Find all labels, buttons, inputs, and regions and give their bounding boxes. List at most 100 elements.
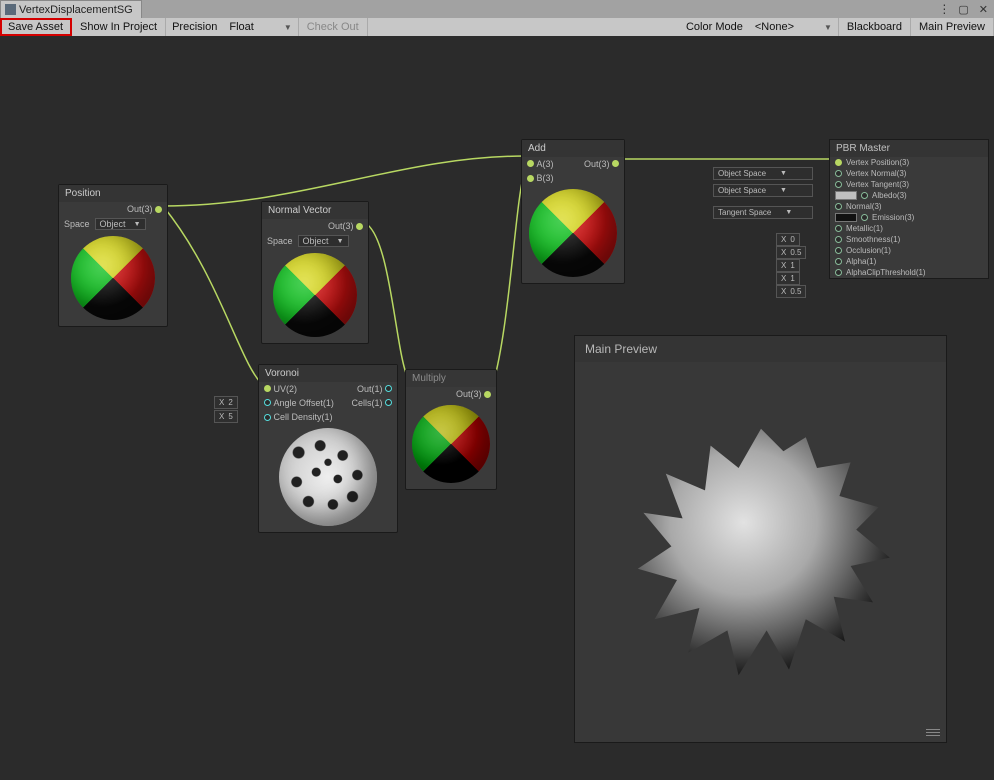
port-uv[interactable] — [264, 385, 271, 392]
port-a[interactable] — [527, 160, 534, 167]
close-icon[interactable]: ✕ — [979, 3, 988, 16]
node-title: Normal Vector — [262, 202, 368, 219]
port-in[interactable] — [835, 258, 842, 265]
kebab-menu-icon[interactable]: ⋮ — [938, 2, 948, 16]
pbr-x-input[interactable]: X1 — [776, 272, 800, 285]
pbr-input-label: Normal(3) — [846, 202, 882, 211]
pbr-input-label: Albedo(3) — [872, 191, 907, 200]
pbr-input-label: Vertex Position(3) — [846, 158, 909, 167]
pbr-input-row[interactable]: Normal(3) — [830, 201, 988, 212]
node-preview-voronoi — [279, 428, 377, 526]
pbr-input-label: Metallic(1) — [846, 224, 883, 233]
node-title: Multiply — [406, 370, 496, 387]
color-mode-label: Color Mode — [680, 18, 749, 36]
chevron-down-icon: ▼ — [284, 23, 292, 32]
tab-title: VertexDisplacementSG — [19, 4, 133, 16]
port-in[interactable] — [835, 170, 842, 177]
vertex-position-space-dropdown[interactable]: Object Space▼ — [713, 167, 813, 180]
node-title: Add — [522, 140, 624, 157]
node-preview-sphere — [71, 236, 155, 320]
port-in[interactable] — [835, 236, 842, 243]
input-angle-offset-x[interactable]: X2 — [214, 396, 238, 409]
pbr-input-row[interactable]: Albedo(3) — [830, 190, 988, 201]
maximize-icon[interactable]: ▢ — [958, 3, 968, 16]
pbr-input-label: Occlusion(1) — [846, 246, 891, 255]
pbr-input-label: AlphaClipThreshold(1) — [846, 268, 926, 277]
pbr-input-row[interactable]: Metallic(1) — [830, 223, 988, 234]
color-mode-dropdown[interactable]: <None>▼ — [749, 18, 839, 36]
port-in[interactable] — [835, 269, 842, 276]
port-b[interactable] — [527, 175, 534, 182]
pbr-input-row[interactable]: Smoothness(1) — [830, 234, 988, 245]
normal-space-dropdown[interactable]: Tangent Space▼ — [713, 206, 813, 219]
port-out[interactable] — [612, 160, 619, 167]
port-out[interactable]: Out(3) — [59, 202, 167, 216]
resize-handle[interactable] — [926, 728, 940, 736]
main-preview-panel[interactable]: Main Preview — [574, 335, 947, 743]
port-out[interactable] — [385, 385, 392, 392]
port-in[interactable] — [835, 181, 842, 188]
node-normal-vector[interactable]: Normal Vector Out(3) Space Object▼ — [261, 201, 369, 344]
pbr-input-row[interactable]: Vertex Normal(3) — [830, 168, 988, 179]
pbr-input-label: Emission(3) — [872, 213, 914, 222]
pbr-input-label: Smoothness(1) — [846, 235, 900, 244]
space-row: Space Object▼ — [59, 216, 167, 232]
input-cell-density-x[interactable]: X5 — [214, 410, 238, 423]
port-out[interactable]: Out(3) — [262, 219, 368, 233]
node-position[interactable]: Position Out(3) Space Object▼ — [58, 184, 168, 327]
port-out[interactable]: Out(3) — [406, 387, 496, 401]
node-title: Voronoi — [259, 365, 397, 382]
pbr-input-label: Vertex Normal(3) — [846, 169, 906, 178]
main-preview-viewport[interactable] — [575, 362, 946, 742]
show-in-project-button[interactable]: Show In Project — [72, 18, 166, 36]
toolbar: Save Asset Show In Project Precision Flo… — [0, 18, 994, 36]
save-asset-button[interactable]: Save Asset — [0, 18, 72, 36]
pbr-input-row[interactable]: AlphaClipThreshold(1) — [830, 267, 988, 278]
port-in[interactable] — [835, 203, 842, 210]
port-in[interactable] — [861, 192, 868, 199]
space-row: Space Object▼ — [262, 233, 368, 249]
pbr-input-row[interactable]: Vertex Tangent(3) — [830, 179, 988, 190]
port-cell-density[interactable] — [264, 414, 271, 421]
vertex-normal-space-dropdown[interactable]: Object Space▼ — [713, 184, 813, 197]
node-multiply[interactable]: Multiply Out(3) — [405, 369, 497, 490]
shader-graph-icon — [5, 4, 16, 15]
pbr-x-input[interactable]: X1 — [776, 259, 800, 272]
check-out-button[interactable]: Check Out — [299, 18, 368, 36]
main-preview-title: Main Preview — [575, 336, 946, 362]
pbr-x-input[interactable]: X0.5 — [776, 285, 806, 298]
port-in[interactable] — [861, 214, 868, 221]
main-preview-button[interactable]: Main Preview — [911, 18, 994, 36]
port-in[interactable] — [835, 225, 842, 232]
space-dropdown[interactable]: Object▼ — [95, 218, 146, 230]
pbr-x-input[interactable]: X0.5 — [776, 246, 806, 259]
color-swatch[interactable] — [835, 213, 857, 222]
node-preview-sphere — [412, 405, 490, 483]
port-cells[interactable] — [385, 399, 392, 406]
pbr-x-input[interactable]: X0 — [776, 233, 800, 246]
space-dropdown[interactable]: Object▼ — [298, 235, 349, 247]
port-in[interactable] — [835, 159, 842, 166]
window-controls: ⋮ ▢ ✕ — [938, 0, 994, 18]
node-voronoi[interactable]: Voronoi UV(2) Out(1) Angle Offset(1) Cel… — [258, 364, 398, 533]
pbr-input-label: Alpha(1) — [846, 257, 876, 266]
pbr-input-row[interactable]: Alpha(1) — [830, 256, 988, 267]
pbr-input-row[interactable]: Emission(3) — [830, 212, 988, 223]
color-swatch[interactable] — [835, 191, 857, 200]
pbr-input-row[interactable]: Occlusion(1) — [830, 245, 988, 256]
node-title: PBR Master — [830, 140, 988, 157]
preview-mesh — [621, 412, 901, 692]
node-pbr-master[interactable]: PBR Master Vertex Position(3) Vertex Norm… — [829, 139, 989, 279]
tab-shader-graph[interactable]: VertexDisplacementSG — [0, 0, 142, 18]
node-title: Position — [59, 185, 167, 202]
node-add[interactable]: Add A(3) Out(3) B(3) — [521, 139, 625, 284]
blackboard-button[interactable]: Blackboard — [839, 18, 911, 36]
port-angle-offset[interactable] — [264, 399, 271, 406]
pbr-input-row[interactable]: Vertex Position(3) — [830, 157, 988, 168]
port-in[interactable] — [835, 247, 842, 254]
node-preview-sphere — [273, 253, 357, 337]
tab-bar: VertexDisplacementSG ⋮ ▢ ✕ — [0, 0, 994, 18]
graph-canvas[interactable]: Position Out(3) Space Object▼ Normal Vec… — [0, 36, 994, 780]
node-preview-sphere — [529, 189, 617, 277]
precision-dropdown[interactable]: Float▼ — [223, 18, 298, 36]
